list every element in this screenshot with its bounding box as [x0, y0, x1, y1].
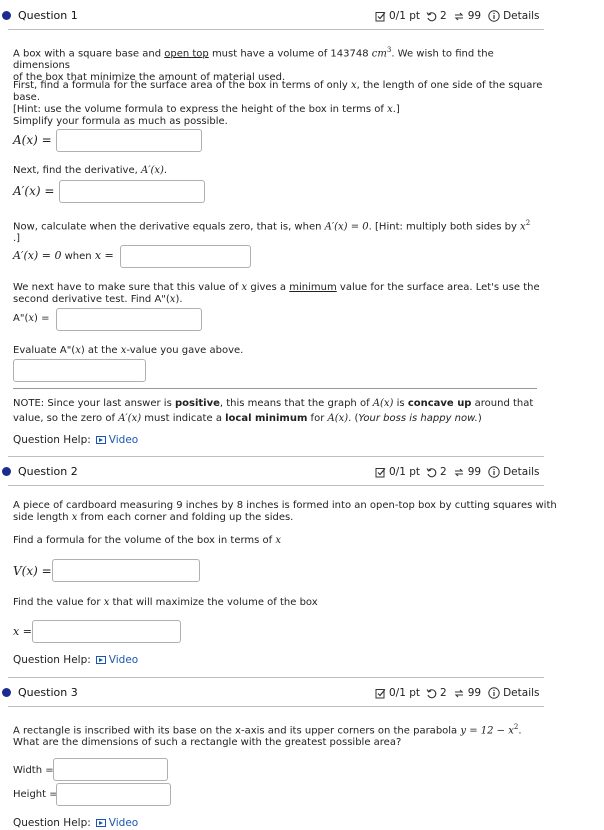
apx-label: A′(x) =: [13, 184, 55, 198]
height-label: Height =: [13, 789, 58, 800]
points-text: 0/1 pt: [389, 10, 421, 22]
retries-count: 2: [440, 10, 447, 22]
score-icon: [375, 467, 386, 478]
q1-first: First, find a formula for the surface ar…: [13, 80, 543, 127]
q2-max: Find the value for x that will maximize …: [13, 597, 318, 608]
attempts-count: 99: [467, 466, 482, 478]
question-3-meta: 0/1 pt 2 99 Details: [375, 687, 540, 699]
q1-min: We next have to make sure that this valu…: [13, 282, 540, 305]
q2-intro: A piece of cardboard measuring 9 inches …: [13, 500, 557, 523]
ax-label: A(x) =: [13, 133, 52, 147]
width-label: Width =: [13, 765, 54, 776]
info-icon: [488, 687, 500, 699]
points-text: 0/1 pt: [389, 687, 421, 699]
retry-icon: [426, 688, 437, 699]
question-1-title: Question 1: [18, 9, 78, 22]
vx-input[interactable]: [52, 559, 200, 582]
details-button[interactable]: Details: [488, 466, 540, 478]
q2-find: Find a formula for the volume of the box…: [13, 535, 282, 546]
divider: [8, 29, 544, 30]
q3-intro: A rectangle is inscribed with its base o…: [13, 723, 522, 749]
video-icon: [95, 819, 106, 827]
question-3-title: Question 3: [18, 686, 78, 699]
details-label: Details: [503, 687, 540, 699]
question-3-bullet: [2, 688, 11, 697]
help-label: Question Help:: [13, 817, 91, 829]
video-icon: [95, 656, 106, 664]
retry-icon: [426, 11, 437, 22]
info-icon: [488, 10, 500, 22]
x-input[interactable]: [32, 620, 181, 643]
help-label: Question Help:: [13, 654, 91, 666]
attempts-icon: [453, 467, 465, 478]
retries-count: 2: [440, 687, 447, 699]
q1-help: Question Help: Video: [13, 434, 138, 446]
open-top-link[interactable]: open top: [164, 48, 209, 59]
details-button[interactable]: Details: [488, 10, 540, 22]
help-label: Question Help:: [13, 434, 91, 446]
q3-help: Question Help: Video: [13, 817, 138, 829]
q1-eval: Evaluate A"(x) at the x-value you gave a…: [13, 345, 244, 356]
question-1-bullet: [2, 11, 11, 20]
video-link[interactable]: Video: [95, 817, 138, 829]
zero-label: A′(x) = 0 when x =: [13, 249, 114, 262]
info-icon: [488, 466, 500, 478]
attempts-icon: [453, 688, 465, 699]
height-input[interactable]: [56, 783, 171, 806]
divider: [8, 677, 544, 678]
q1-next: Next, find the derivative, A′(x).: [13, 165, 168, 176]
ax-input[interactable]: [56, 129, 202, 152]
x-label: x =: [13, 625, 32, 638]
question-2-meta: 0/1 pt 2 99 Details: [375, 466, 540, 478]
a2x-label: A"(x) =: [13, 313, 50, 324]
q1-now: Now, calculate when the derivative equal…: [13, 219, 531, 245]
question-2-title: Question 2: [18, 465, 78, 478]
details-button[interactable]: Details: [488, 687, 540, 699]
a2x-input[interactable]: [56, 308, 202, 331]
minimum-link[interactable]: minimum: [289, 282, 336, 293]
points-text: 0/1 pt: [389, 466, 421, 478]
video-link[interactable]: Video: [95, 654, 138, 666]
question-2-bullet: [2, 467, 11, 476]
score-icon: [375, 688, 386, 699]
question-1-meta: 0/1 pt 2 99 Details: [375, 10, 540, 22]
video-link[interactable]: Video: [95, 434, 138, 446]
details-label: Details: [503, 10, 540, 22]
divider: [8, 456, 544, 457]
q1-intro: A box with a square base and open top mu…: [13, 46, 494, 84]
attempts-count: 99: [467, 10, 482, 22]
retries-count: 2: [440, 466, 447, 478]
vx-label: V(x) =: [13, 564, 52, 578]
attempts-icon: [453, 11, 465, 22]
apx-input[interactable]: [59, 180, 205, 203]
note-divider: [13, 388, 537, 389]
q1-note: NOTE: Since your last answer is positive…: [13, 398, 534, 424]
eval-input[interactable]: [13, 359, 146, 382]
zero-x-input[interactable]: [120, 245, 251, 268]
divider: [8, 485, 544, 486]
details-label: Details: [503, 466, 540, 478]
retry-icon: [426, 467, 437, 478]
divider: [8, 706, 544, 707]
video-icon: [95, 436, 106, 444]
score-icon: [375, 11, 386, 22]
width-input[interactable]: [53, 758, 168, 781]
q2-help: Question Help: Video: [13, 654, 138, 666]
attempts-count: 99: [467, 687, 482, 699]
